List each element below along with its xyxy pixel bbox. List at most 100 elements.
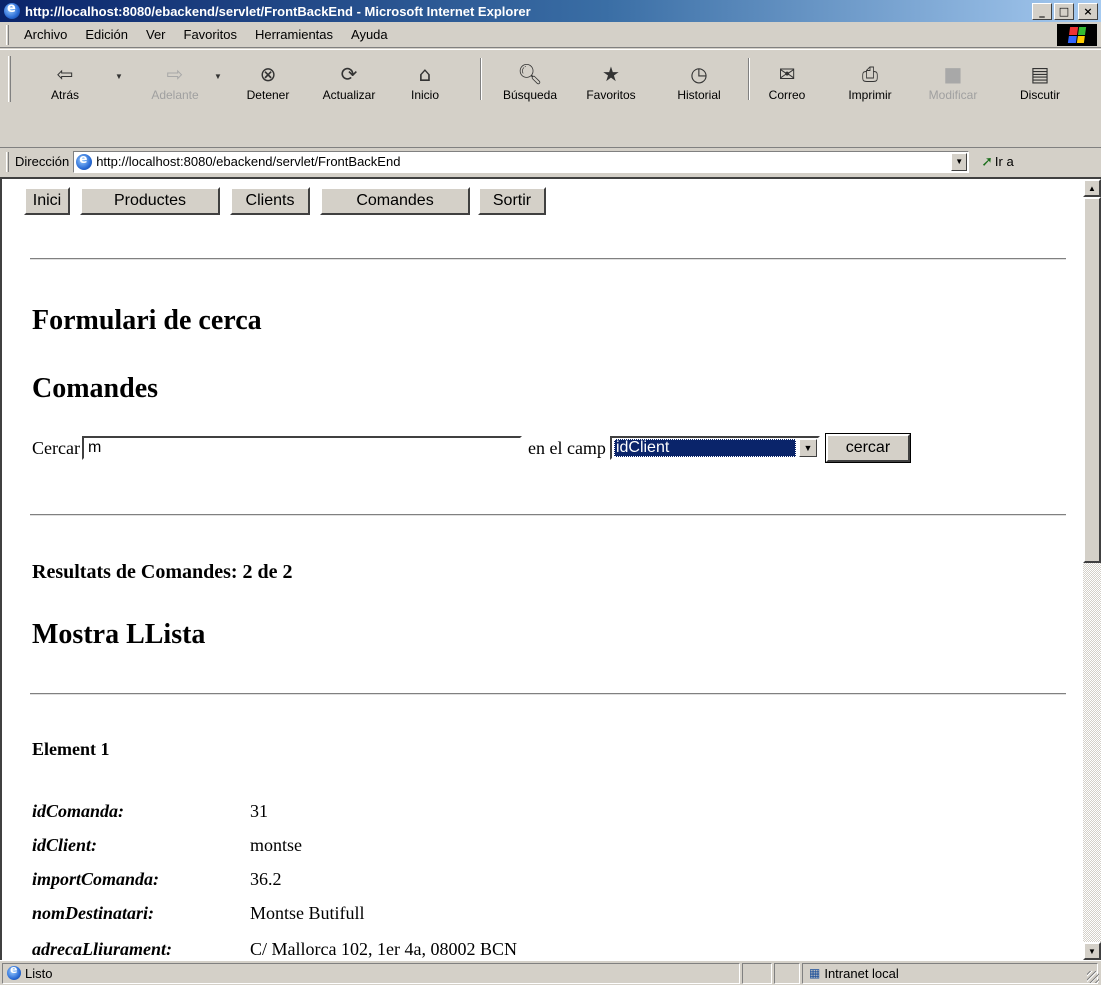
go-label: Ir a bbox=[994, 154, 1014, 169]
page-status-icon bbox=[7, 963, 21, 980]
field-key: idComanda: bbox=[32, 801, 125, 821]
menu-bar-grip[interactable] bbox=[6, 24, 9, 45]
menu-archivo[interactable]: Archivo bbox=[15, 27, 76, 42]
field-select[interactable]: idClient ▼ bbox=[609, 436, 820, 460]
intranet-zone-icon: ▦ bbox=[809, 966, 821, 980]
status-panel: Listo bbox=[2, 962, 740, 984]
address-bar: Dirección http://localhost:8080/ebackend… bbox=[0, 147, 1101, 175]
search-form-title: Formulari de cerca bbox=[32, 305, 262, 336]
title-bar: http://localhost:8080/ebackend/servlet/F… bbox=[0, 0, 1101, 22]
refresh-button[interactable]: ⟳ Actualizar bbox=[314, 56, 384, 102]
toolbar-grip[interactable] bbox=[8, 56, 11, 102]
menu-favoritos[interactable]: Favoritos bbox=[175, 27, 246, 42]
chevron-down-icon[interactable]: ▼ bbox=[798, 439, 817, 457]
forward-button[interactable]: ⇨ Adelante bbox=[140, 56, 210, 102]
back-arrow-icon: ⇦ bbox=[56, 62, 74, 86]
favorites-button[interactable]: ★ Favoritos bbox=[576, 56, 646, 102]
home-icon: ⌂ bbox=[418, 62, 432, 86]
menu-ver[interactable]: Ver bbox=[137, 27, 175, 42]
nav-comandes-button[interactable]: Comandes bbox=[320, 187, 470, 215]
field-value: montse bbox=[250, 835, 302, 855]
refresh-label: Actualizar bbox=[322, 88, 376, 102]
edit-button[interactable]: ■ Modificar bbox=[920, 56, 986, 102]
stop-icon: ⊗ bbox=[259, 62, 277, 86]
toolbar-separator bbox=[748, 58, 750, 100]
printer-icon: ⎙ bbox=[862, 62, 878, 86]
field-value: C/ Mallorca 102, 1er 4a, 08002 BCN bbox=[250, 939, 517, 959]
page-icon bbox=[76, 152, 93, 170]
address-dropdown-icon[interactable]: ▼ bbox=[951, 152, 968, 171]
address-url[interactable]: http://localhost:8080/ebackend/servlet/F… bbox=[96, 154, 400, 169]
search-input[interactable]: m bbox=[81, 436, 522, 460]
vertical-scrollbar[interactable]: ▲ ▼ bbox=[1083, 179, 1101, 960]
field-row: idClient: montse bbox=[32, 835, 302, 856]
nav-sortir-button[interactable]: Sortir bbox=[478, 187, 546, 215]
nav-inici-button[interactable]: Inici bbox=[24, 187, 70, 215]
search-submit-button[interactable]: cercar bbox=[824, 433, 911, 463]
field-label: en el camp bbox=[527, 437, 606, 458]
home-button[interactable]: ⌂ Inicio bbox=[400, 56, 450, 102]
menu-herramientas[interactable]: Herramientas bbox=[246, 27, 342, 42]
divider bbox=[30, 258, 1066, 260]
discuss-label: Discutir bbox=[1019, 88, 1060, 102]
zone-panel: ▦ Intranet local bbox=[802, 962, 1098, 984]
scroll-up-icon[interactable]: ▲ bbox=[1083, 179, 1101, 197]
forward-label: Adelante bbox=[151, 88, 199, 102]
back-dropdown-icon[interactable]: ▼ bbox=[115, 72, 123, 81]
internet-explorer-icon bbox=[4, 1, 20, 19]
print-button[interactable]: ⎙ Imprimir bbox=[842, 56, 898, 102]
divider bbox=[30, 693, 1066, 695]
search-button[interactable]: 🔍︎ Búsqueda bbox=[492, 56, 568, 102]
web-page: Inici Productes Clients Comandes Sortir … bbox=[2, 179, 1082, 960]
menu-bar: Archivo Edición Ver Favoritos Herramient… bbox=[0, 22, 1101, 48]
status-text: Listo bbox=[25, 965, 53, 981]
field-key: importComanda: bbox=[32, 869, 160, 889]
back-button[interactable]: ⇦ Atrás bbox=[40, 56, 90, 102]
print-label: Imprimir bbox=[848, 88, 892, 102]
windows-flag-icon bbox=[1067, 27, 1087, 43]
status-cell-empty bbox=[774, 962, 800, 984]
mail-label: Correo bbox=[768, 88, 806, 102]
menu-edicion[interactable]: Edición bbox=[76, 27, 137, 42]
favorites-folder-icon: ★ bbox=[602, 62, 620, 86]
discuss-document-icon: ▤ bbox=[1030, 62, 1050, 86]
nav-clients-button[interactable]: Clients bbox=[230, 187, 310, 215]
close-button[interactable]: × bbox=[1078, 3, 1098, 20]
discuss-button[interactable]: ▤ Discutir bbox=[1010, 56, 1070, 102]
stop-button[interactable]: ⊗ Detener bbox=[238, 56, 298, 102]
go-button[interactable]: ➚ Ir a bbox=[981, 154, 1014, 170]
field-value: Montse Butifull bbox=[250, 903, 365, 923]
field-value: 31 bbox=[250, 801, 268, 821]
history-button[interactable]: ◷ Historial bbox=[664, 56, 734, 102]
field-key: adrecaLliurament: bbox=[32, 939, 172, 959]
stop-label: Detener bbox=[246, 88, 290, 102]
scrollbar-thumb[interactable] bbox=[1083, 197, 1101, 563]
toolbar-separator bbox=[480, 58, 482, 100]
go-arrow-icon: ➚ bbox=[981, 153, 993, 170]
forward-dropdown-icon[interactable]: ▼ bbox=[214, 72, 222, 81]
status-bar: Listo ▦ Intranet local bbox=[0, 960, 1101, 985]
home-label: Inicio bbox=[410, 88, 439, 102]
minimize-button[interactable]: _ bbox=[1032, 3, 1052, 20]
search-icon: 🔍︎ bbox=[517, 62, 543, 86]
divider bbox=[30, 514, 1066, 516]
edit-label: Modificar bbox=[928, 88, 978, 102]
window-title: http://localhost:8080/ebackend/servlet/F… bbox=[25, 3, 531, 19]
maximize-button[interactable]: □ bbox=[1054, 3, 1074, 20]
status-cell-empty bbox=[742, 962, 772, 984]
search-label: Cercar bbox=[32, 437, 80, 458]
refresh-icon: ⟳ bbox=[340, 62, 358, 86]
resize-grip[interactable] bbox=[1087, 971, 1099, 983]
menu-ayuda[interactable]: Ayuda bbox=[342, 27, 397, 42]
nav-productes-button[interactable]: Productes bbox=[80, 187, 220, 215]
history-icon: ◷ bbox=[690, 62, 708, 86]
search-form: Cercar m en el camp idClient ▼ cercar bbox=[32, 433, 911, 463]
history-label: Historial bbox=[677, 88, 721, 102]
scroll-down-icon[interactable]: ▼ bbox=[1083, 942, 1101, 960]
standard-toolbar: ⇦ Atrás ▼ ⇨ Adelante ▼ ⊗ Detener ⟳ Actua… bbox=[0, 49, 1101, 149]
address-bar-grip[interactable] bbox=[6, 151, 9, 172]
address-input[interactable]: http://localhost:8080/ebackend/servlet/F… bbox=[73, 150, 970, 173]
mail-button[interactable]: ✉ Correo bbox=[762, 56, 812, 102]
list-title: Mostra LLista bbox=[32, 619, 206, 650]
windows-logo-throbber bbox=[1057, 24, 1097, 46]
